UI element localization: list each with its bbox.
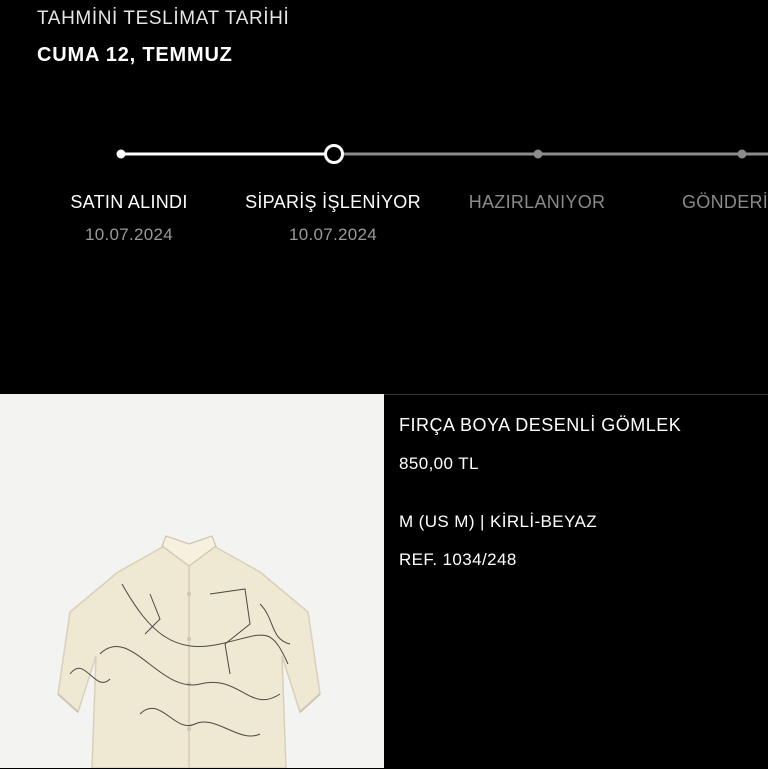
product-variant: M (US M) | KİRLİ-BEYAZ (399, 512, 598, 531)
progress-track (116, 144, 768, 164)
stage-date: 10.07.2024 (288, 225, 378, 244)
product-name[interactable]: FIRÇA BOYA DESENLİ GÖMLEK (399, 415, 681, 436)
product-card[interactable]: FIRÇA BOYA DESENLİ GÖMLEK 850,00 TL M (U… (0, 394, 768, 768)
step-dot-3 (533, 149, 543, 159)
delivery-label: TAHMİNİ TESLİMAT TARİHİ (37, 8, 290, 29)
delivery-header: TAHMİNİ TESLİMAT TARİHİ CUMA 12, TEMMUZ (37, 8, 289, 67)
delivery-date: CUMA 12, TEMMUZ (37, 44, 233, 66)
stage-label: GÖNDERİ (682, 192, 768, 212)
step-dot-current (324, 144, 344, 164)
product-ref: REF. 1034/248 (399, 550, 517, 569)
product-price: 850,00 TL (399, 454, 479, 473)
stage-shipped: GÖNDERİ (682, 192, 768, 213)
order-progress-tracker: SATIN ALINDI 10.07.2024 SİPARİŞ İŞLENİYO… (0, 130, 768, 250)
stage-label: HAZIRLANIYOR (468, 192, 606, 212)
stage-preparing: HAZIRLANIYOR (417, 192, 657, 213)
shirt-image (57, 535, 321, 768)
product-image[interactable] (0, 394, 384, 768)
product-info: FIRÇA BOYA DESENLİ GÖMLEK 850,00 TL M (U… (384, 394, 768, 769)
step-dot-1 (116, 149, 126, 159)
step-dot-4 (737, 149, 747, 159)
